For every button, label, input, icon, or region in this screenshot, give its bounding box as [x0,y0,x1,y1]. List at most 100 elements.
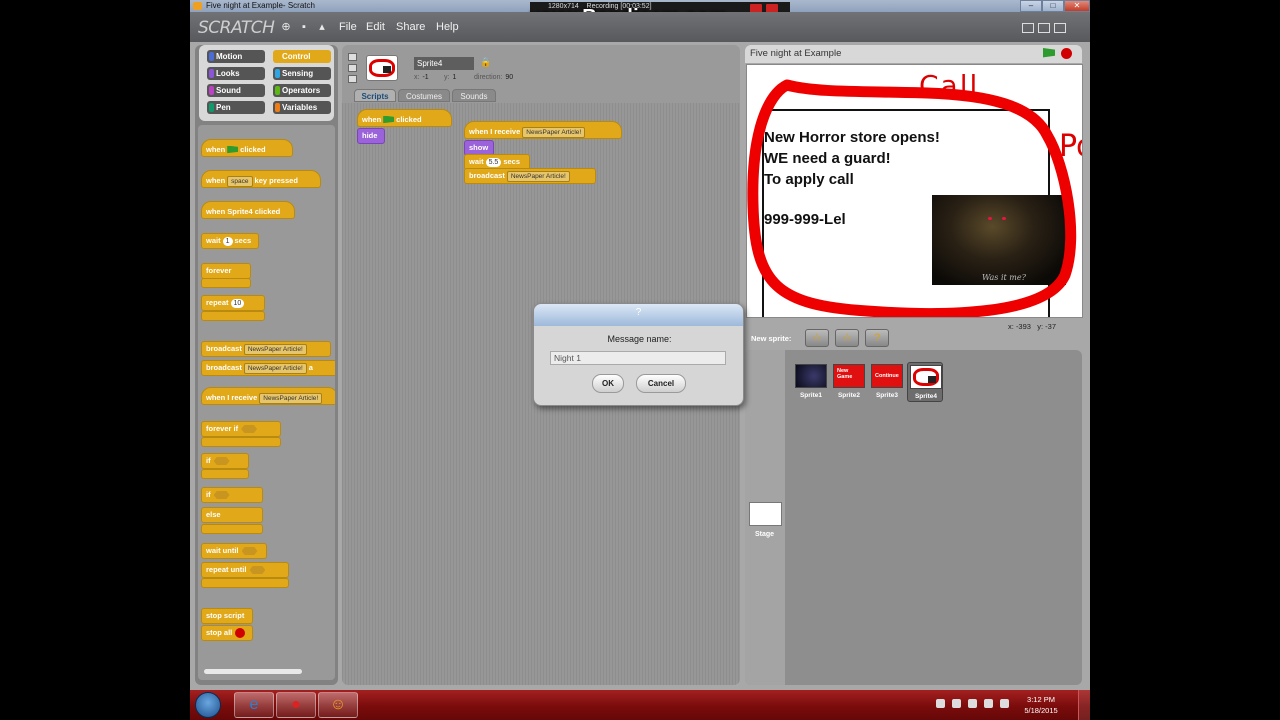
rotation-none-icon[interactable] [348,75,357,83]
menu-edit[interactable]: Edit [366,21,385,33]
sprite-item-sprite4[interactable]: Sprite4 [907,362,943,402]
block-text: clicked [240,145,266,154]
rotation-can-rotate-icon[interactable] [348,53,357,61]
menu-file[interactable]: File [339,21,357,33]
lock-icon[interactable]: 🔒 [480,57,491,68]
script-broadcast-block[interactable]: broadcast NewsPaper Article! [464,168,596,184]
choose-sprite-button[interactable]: ☆ [835,329,859,347]
tray-volume-icon[interactable] [984,699,993,708]
start-button[interactable] [195,692,221,718]
cancel-button[interactable]: Cancel [636,374,686,393]
category-sensing[interactable]: Sensing [273,67,331,80]
thumb-photo [928,376,936,383]
rotation-flip-icon[interactable] [348,64,357,72]
show-desktop-button[interactable] [1078,690,1090,720]
thumb-red-ring [369,59,395,77]
stage[interactable]: Call Was it me? New Horror store opens! … [746,64,1083,318]
stop-button[interactable] [1061,48,1072,59]
block-if[interactable]: if [201,453,249,469]
block-repeat-until-end [201,578,289,588]
maximize-button[interactable]: □ [1042,0,1064,12]
sprite-item-sprite3[interactable]: Continue Sprite3 [869,362,905,402]
block-when-i-receive[interactable]: when I receive NewsPaper Article! [201,387,335,405]
block-text: if [206,456,211,465]
condition-slot[interactable] [213,491,230,500]
category-operators[interactable]: Operators [273,84,331,97]
menu-help[interactable]: Help [436,21,459,33]
message-dropdown[interactable]: NewsPaper Article! [243,363,307,374]
block-wait-until[interactable]: wait until [201,543,267,559]
random-sprite-button[interactable]: ? [865,329,889,347]
block-repeat[interactable]: repeat 10 [201,295,265,311]
thumb-photo [383,66,391,73]
sprite-name-field[interactable]: Sprite4 [414,57,474,70]
script-when-i-receive[interactable]: when I receive NewsPaper Article! [464,121,622,139]
tray-battery-icon[interactable] [1000,699,1009,708]
condition-slot[interactable] [241,425,258,434]
number-slot[interactable]: 1 [222,237,233,246]
tab-costumes[interactable]: Costumes [398,89,450,102]
block-repeat-until[interactable]: repeat until [201,562,289,578]
tab-sounds[interactable]: Sounds [452,89,496,102]
stage-thumbnail[interactable] [749,502,782,526]
message-dropdown[interactable]: NewsPaper Article! [522,127,586,138]
project-title: Five night at Example [750,48,842,59]
block-broadcast[interactable]: broadcast NewsPaper Article! [201,341,331,357]
sprite3-label: Sprite3 [875,392,899,399]
block-when-sprite-clicked[interactable]: when Sprite4 clicked [201,201,295,219]
key-dropdown[interactable]: space [227,176,253,187]
green-flag-button[interactable] [1043,48,1055,58]
category-sound[interactable]: Sound [207,84,265,97]
save-disk-icon[interactable]: ▪ [298,21,310,33]
sprite-item-sprite2[interactable]: New Game Sprite2 [831,362,867,402]
system-clock[interactable]: 3:12 PM 5/18/2015 [1016,694,1066,716]
block-if-else[interactable]: if [201,487,263,503]
condition-slot[interactable] [249,566,266,575]
script-hide-block[interactable]: hide [357,128,385,144]
message-dropdown[interactable]: NewsPaper Article! [506,171,570,182]
paint-sprite-button[interactable]: ☆ [805,329,829,347]
block-wait-secs[interactable]: wait 1 secs [201,233,259,249]
sprite-item-sprite1[interactable]: Sprite1 [793,362,829,402]
palette-scrollbar[interactable] [204,669,302,674]
block-stop-script[interactable]: stop script [201,608,253,624]
condition-slot[interactable] [241,547,258,556]
menu-share[interactable]: Share [396,21,425,33]
category-variables[interactable]: Variables [273,101,331,114]
block-broadcast-and-wait[interactable]: broadcast NewsPaper Article! a [201,360,335,376]
minimize-button[interactable]: – [1020,0,1042,12]
tray-arrow-icon[interactable] [936,699,945,708]
tab-scripts[interactable]: Scripts [354,89,396,102]
ok-button[interactable]: OK [592,374,624,393]
category-control[interactable]: Control [273,50,331,63]
message-name-input[interactable] [550,351,726,365]
message-dropdown[interactable]: NewsPaper Article! [243,344,307,355]
category-motion[interactable]: Motion [207,50,265,63]
normal-stage-icon[interactable] [1038,23,1050,33]
block-when-flag-clicked[interactable]: when clicked [201,139,293,157]
close-window-button[interactable]: ✕ [1064,0,1090,12]
bandicam-taskbar-icon[interactable]: ● [276,692,316,718]
block-forever[interactable]: forever [201,263,251,279]
block-text: wait [469,157,484,166]
stage-header: Five night at Example [745,45,1082,63]
number-slot[interactable]: 10 [230,299,245,308]
category-looks[interactable]: Looks [207,67,265,80]
scratch-taskbar-icon[interactable]: ☺ [318,692,358,718]
condition-slot[interactable] [213,457,230,466]
number-slot[interactable]: 5.5 [485,158,502,167]
small-stage-icon[interactable] [1022,23,1034,33]
tray-flag-icon[interactable] [952,699,961,708]
language-globe-icon[interactable]: ⊕ [280,21,292,33]
tray-network-icon[interactable] [968,699,977,708]
message-dropdown[interactable]: NewsPaper Article! [259,393,323,404]
block-when-key-pressed[interactable]: when space key pressed [201,170,321,188]
share-icon[interactable]: ▴ [316,21,328,33]
script-when-flag-clicked[interactable]: when clicked [357,109,452,127]
block-forever-if[interactable]: forever if [201,421,281,437]
y-label: y: [444,74,450,81]
block-stop-all[interactable]: stop all [201,625,253,641]
presentation-mode-icon[interactable] [1054,23,1066,33]
internet-explorer-icon[interactable]: e [234,692,274,718]
category-pen[interactable]: Pen [207,101,265,114]
